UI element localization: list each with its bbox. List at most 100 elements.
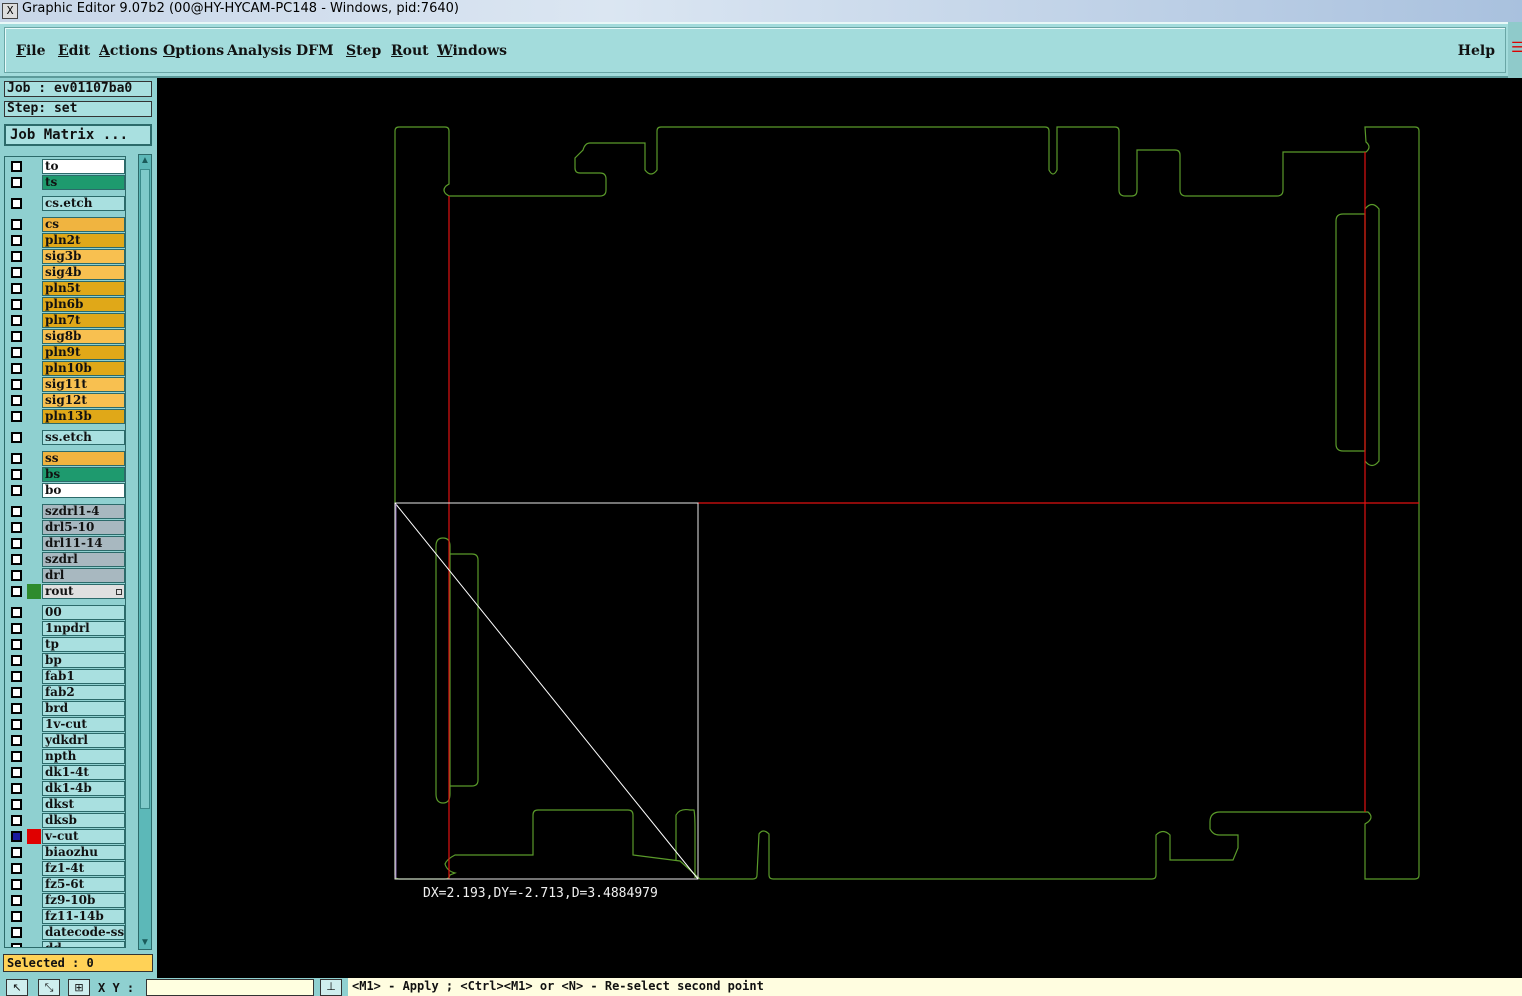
layer-name[interactable]: dksb	[42, 813, 125, 828]
layer-affected-toggle[interactable]	[27, 536, 41, 551]
layer-display-checkbox[interactable]	[11, 911, 22, 922]
layer-name[interactable]: sig12t	[42, 393, 125, 408]
layer-affected-toggle[interactable]	[27, 733, 41, 748]
layer-display-checkbox[interactable]	[11, 235, 22, 246]
layer-display-checkbox[interactable]	[11, 315, 22, 326]
layer-row-brd[interactable]: brd	[7, 701, 125, 716]
layer-display-checkbox[interactable]	[11, 485, 22, 496]
layer-row-sig11t[interactable]: sig11t	[7, 377, 125, 392]
menu-options[interactable]: Options	[163, 43, 224, 59]
layer-display-checkbox[interactable]	[11, 655, 22, 666]
layer-display-checkbox[interactable]	[11, 177, 22, 188]
layer-row-pln9t[interactable]: pln9t	[7, 345, 125, 360]
layer-row-szdrl[interactable]: szdrl	[7, 552, 125, 567]
layer-name[interactable]: bp	[42, 653, 125, 668]
layer-name[interactable]: ts	[42, 175, 125, 190]
layer-row-to[interactable]: to	[7, 159, 125, 174]
layer-display-checkbox[interactable]	[11, 251, 22, 262]
layer-row-pln10b[interactable]: pln10b	[7, 361, 125, 376]
xy-input[interactable]	[146, 979, 314, 996]
grid-icon[interactable]: ⊞	[68, 979, 90, 996]
layer-display-checkbox[interactable]	[11, 198, 22, 209]
layer-row-00[interactable]: 00	[7, 605, 125, 620]
layer-row-dksb[interactable]: dksb	[7, 813, 125, 828]
layer-row-fz9-10b[interactable]: fz9-10b	[7, 893, 125, 908]
layer-affected-toggle[interactable]	[27, 765, 41, 780]
layer-affected-toggle[interactable]	[27, 861, 41, 876]
layer-affected-toggle[interactable]	[27, 829, 41, 844]
layer-row-biaozhu[interactable]: biaozhu	[7, 845, 125, 860]
layer-affected-toggle[interactable]	[27, 653, 41, 668]
layer-display-checkbox[interactable]	[11, 719, 22, 730]
layer-name[interactable]: fz9-10b	[42, 893, 125, 908]
layer-affected-toggle[interactable]	[27, 281, 41, 296]
layer-display-checkbox[interactable]	[11, 863, 22, 874]
layer-name[interactable]: brd	[42, 701, 125, 716]
layer-name[interactable]: cs	[42, 217, 125, 232]
layer-affected-toggle[interactable]	[27, 249, 41, 264]
layer-display-checkbox[interactable]	[11, 703, 22, 714]
layer-name[interactable]: datecode-ss	[42, 925, 125, 940]
layer-name[interactable]: szdrl1-4	[42, 504, 125, 519]
menu-file[interactable]: File	[16, 43, 46, 59]
layer-row-fz1-4t[interactable]: fz1-4t	[7, 861, 125, 876]
layer-name[interactable]: pln7t	[42, 313, 125, 328]
snap-icon[interactable]: ⊥	[320, 979, 342, 996]
measure-icon[interactable]: ⤡	[38, 979, 60, 996]
layer-name[interactable]: pln2t	[42, 233, 125, 248]
layer-row-rout[interactable]: rout	[7, 584, 125, 599]
layer-affected-toggle[interactable]	[27, 233, 41, 248]
layer-row-ts[interactable]: ts	[7, 175, 125, 190]
layer-name[interactable]: bs	[42, 467, 125, 482]
layer-name[interactable]: dkst	[42, 797, 125, 812]
layer-affected-toggle[interactable]	[27, 196, 41, 211]
layer-list[interactable]: to ts cs.etch cs pln2t sig3b sig4b pln5t pln6b pl…	[4, 156, 126, 948]
layer-display-checkbox[interactable]	[11, 927, 22, 938]
layer-name[interactable]: to	[42, 159, 125, 174]
layer-affected-toggle[interactable]	[27, 297, 41, 312]
menu-help[interactable]: Help	[1458, 43, 1495, 59]
menu-step[interactable]: Step	[346, 43, 381, 59]
layer-row-1npdrl[interactable]: 1npdrl	[7, 621, 125, 636]
layer-name[interactable]: drl11-14	[42, 536, 125, 551]
layer-display-checkbox[interactable]	[11, 506, 22, 517]
layer-row-drl11-14[interactable]: drl11-14	[7, 536, 125, 551]
layer-affected-toggle[interactable]	[27, 451, 41, 466]
layer-affected-toggle[interactable]	[27, 329, 41, 344]
layer-display-checkbox[interactable]	[11, 671, 22, 682]
layer-affected-toggle[interactable]	[27, 313, 41, 328]
layer-name[interactable]: ss	[42, 451, 125, 466]
layer-display-checkbox[interactable]	[11, 161, 22, 172]
layer-display-checkbox[interactable]	[11, 895, 22, 906]
layer-display-checkbox[interactable]	[11, 469, 22, 480]
layer-name[interactable]: sig3b	[42, 249, 125, 264]
layer-affected-toggle[interactable]	[27, 552, 41, 567]
layer-row-dd[interactable]: dd	[7, 941, 125, 947]
layer-name[interactable]: 1v-cut	[42, 717, 125, 732]
layer-affected-toggle[interactable]	[27, 845, 41, 860]
layer-affected-toggle[interactable]	[27, 717, 41, 732]
layer-affected-toggle[interactable]	[27, 877, 41, 892]
layer-name[interactable]: fab2	[42, 685, 125, 700]
menu-edit[interactable]: Edit	[58, 43, 90, 59]
layer-affected-toggle[interactable]	[27, 345, 41, 360]
layer-display-checkbox[interactable]	[11, 943, 22, 947]
layer-affected-toggle[interactable]	[27, 175, 41, 190]
layer-name[interactable]: 00	[42, 605, 125, 620]
layer-name[interactable]: drl5-10	[42, 520, 125, 535]
graphic-canvas[interactable]	[157, 80, 1522, 978]
layer-row-dkst[interactable]: dkst	[7, 797, 125, 812]
layer-display-checkbox[interactable]	[11, 299, 22, 310]
layer-display-checkbox[interactable]	[11, 395, 22, 406]
layer-display-checkbox[interactable]	[11, 607, 22, 618]
layer-display-checkbox[interactable]	[11, 586, 22, 597]
layer-row-pln7t[interactable]: pln7t	[7, 313, 125, 328]
layer-affected-toggle[interactable]	[27, 409, 41, 424]
layer-name[interactable]: 1npdrl	[42, 621, 125, 636]
layer-row-szdrl1-4[interactable]: szdrl1-4	[7, 504, 125, 519]
layer-display-checkbox[interactable]	[11, 453, 22, 464]
layer-affected-toggle[interactable]	[27, 584, 41, 599]
layer-row-fab1[interactable]: fab1	[7, 669, 125, 684]
layer-row-tp[interactable]: tp	[7, 637, 125, 652]
layer-name[interactable]: drl	[42, 568, 125, 583]
